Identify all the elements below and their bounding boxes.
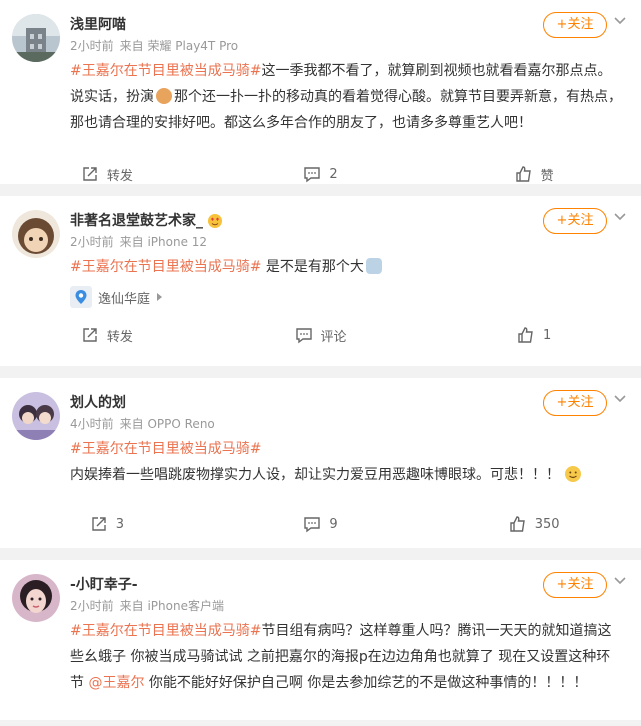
post-time[interactable]: 2小时前	[70, 235, 114, 249]
action-bar: 3 9 350	[0, 498, 641, 550]
like-count: 赞	[540, 168, 554, 184]
username[interactable]: 浅里阿喵	[70, 14, 619, 36]
chevron-down-icon[interactable]	[613, 392, 627, 406]
repost-icon	[83, 328, 97, 342]
location-name: 逸仙华庭	[98, 291, 151, 307]
comment-count: 2	[329, 166, 338, 182]
location-tag[interactable]: 逸仙华庭	[70, 286, 164, 308]
post-time[interactable]: 2小时前	[70, 599, 114, 613]
comment-icon	[304, 167, 321, 183]
repost-button[interactable]: 转发	[0, 165, 214, 184]
action-bar: 转发 评论 1	[0, 309, 641, 361]
post-time[interactable]: 2小时前	[70, 39, 114, 53]
avatar[interactable]	[12, 14, 60, 62]
like-count: 350	[534, 516, 560, 532]
comment-icon	[304, 517, 321, 533]
username[interactable]: -小盯幸子-	[70, 574, 619, 596]
repost-icon	[91, 517, 106, 531]
post-text: #王嘉尔在节目里被当成马骑# 是不是有那个大	[70, 254, 623, 280]
like-icon	[518, 327, 533, 343]
avatar[interactable]	[12, 574, 60, 622]
post-card: 非著名退堂鼓艺术家_ 2小时前 来自 iPhone 12 +关注 #王嘉尔在节目里…	[0, 196, 641, 366]
post-source: 来自 iPhone客户端	[119, 599, 224, 613]
person-emoji-icon	[156, 88, 172, 104]
topic-link[interactable]: #王嘉尔在节目里被当成马骑#	[70, 63, 261, 79]
smile-emoji-icon	[565, 466, 581, 482]
mention-link[interactable]: @王嘉尔	[88, 675, 144, 691]
chevron-down-icon[interactable]	[613, 574, 627, 588]
post-meta: 2小时前 来自 iPhone客户端	[70, 596, 619, 616]
comment-button[interactable]: 2	[214, 165, 428, 183]
post-card: 划人的划 4小时前 来自 OPPO Reno +关注 #王嘉尔在节目里被当成马骑#…	[0, 378, 641, 548]
post-text-part: 是不是有那个大	[261, 259, 364, 275]
post-card: 浅里阿喵 2小时前 来自 荣耀 Play4T Pro +关注 #王嘉尔在节目里被当…	[0, 0, 641, 184]
avatar[interactable]	[12, 210, 60, 258]
chevron-down-icon[interactable]	[613, 14, 627, 28]
post-meta: 2小时前 来自 荣耀 Play4T Pro	[70, 36, 619, 56]
follow-button[interactable]: +关注	[543, 208, 607, 234]
username[interactable]: 划人的划	[70, 392, 619, 414]
like-count: 1	[543, 327, 552, 343]
chevron-down-icon[interactable]	[613, 210, 627, 224]
post-text: #王嘉尔在节目里被当成马骑# 内娱捧着一些唱跳废物撑实力人设，却让实力爱豆用恶趣…	[70, 436, 623, 488]
face-emoji-icon	[365, 258, 382, 274]
location-pin-icon	[70, 286, 92, 308]
post-source: 来自 荣耀 Play4T Pro	[119, 39, 239, 53]
username[interactable]: 非著名退堂鼓艺术家_	[70, 210, 619, 232]
comment-button[interactable]: 评论	[214, 326, 428, 345]
post-meta: 4小时前 来自 OPPO Reno	[70, 414, 619, 434]
action-bar: 转发 2 赞	[0, 148, 641, 200]
post-time[interactable]: 4小时前	[70, 417, 114, 431]
repost-count: 转发	[106, 168, 133, 184]
post-text-part: 内娱捧着一些唱跳废物撑实力人设，却让实力爱豆用恶趣味博眼球。可悲！！！	[70, 467, 560, 483]
heart-eyes-emoji-icon	[208, 214, 222, 228]
follow-button[interactable]: +关注	[543, 572, 607, 598]
like-button[interactable]: 1	[427, 326, 641, 344]
post-card: -小盯幸子- 2小时前 来自 iPhone客户端 +关注 #王嘉尔在节目里被当成马…	[0, 560, 641, 720]
like-button[interactable]: 350	[427, 515, 641, 533]
comment-button[interactable]: 9	[214, 515, 428, 533]
topic-link[interactable]: #王嘉尔在节目里被当成马骑#	[70, 259, 261, 275]
like-button[interactable]: 赞	[427, 165, 641, 184]
topic-link[interactable]: #王嘉尔在节目里被当成马骑#	[70, 436, 623, 462]
weibo-feed: 浅里阿喵 2小时前 来自 荣耀 Play4T Pro +关注 #王嘉尔在节目里被当…	[0, 0, 641, 720]
post-text: #王嘉尔在节目里被当成马骑#这一季我都不看了，就算刷到视频也就看看嘉尔那点点。说…	[70, 58, 623, 136]
like-icon	[515, 166, 531, 182]
repost-count: 3	[115, 516, 124, 532]
repost-count: 转发	[106, 329, 133, 345]
topic-link[interactable]: #王嘉尔在节目里被当成马骑#	[70, 623, 261, 639]
comment-icon	[295, 328, 312, 344]
avatar[interactable]	[12, 392, 60, 440]
post-meta: 2小时前 来自 iPhone 12	[70, 232, 619, 252]
username-text[interactable]: 非著名退堂鼓艺术家_	[70, 210, 203, 232]
post-source: 来自 iPhone 12	[119, 235, 208, 249]
post-source: 来自 OPPO Reno	[119, 417, 215, 431]
follow-button[interactable]: +关注	[543, 12, 607, 38]
like-icon	[510, 516, 525, 532]
post-text: #王嘉尔在节目里被当成马骑#节目组有病吗？这样尊重人吗？腾讯一天天的就知道搞这些…	[70, 618, 623, 696]
comment-count: 评论	[320, 329, 347, 345]
repost-icon	[83, 167, 97, 181]
chevron-right-icon	[157, 293, 163, 301]
post-text-part: 你能不能好好保护自己啊 你是去参加综艺的不是做这种事情的！！！！	[144, 675, 588, 691]
repost-button[interactable]: 3	[0, 515, 214, 533]
comment-count: 9	[329, 516, 338, 532]
follow-button[interactable]: +关注	[543, 390, 607, 416]
repost-button[interactable]: 转发	[0, 326, 214, 345]
